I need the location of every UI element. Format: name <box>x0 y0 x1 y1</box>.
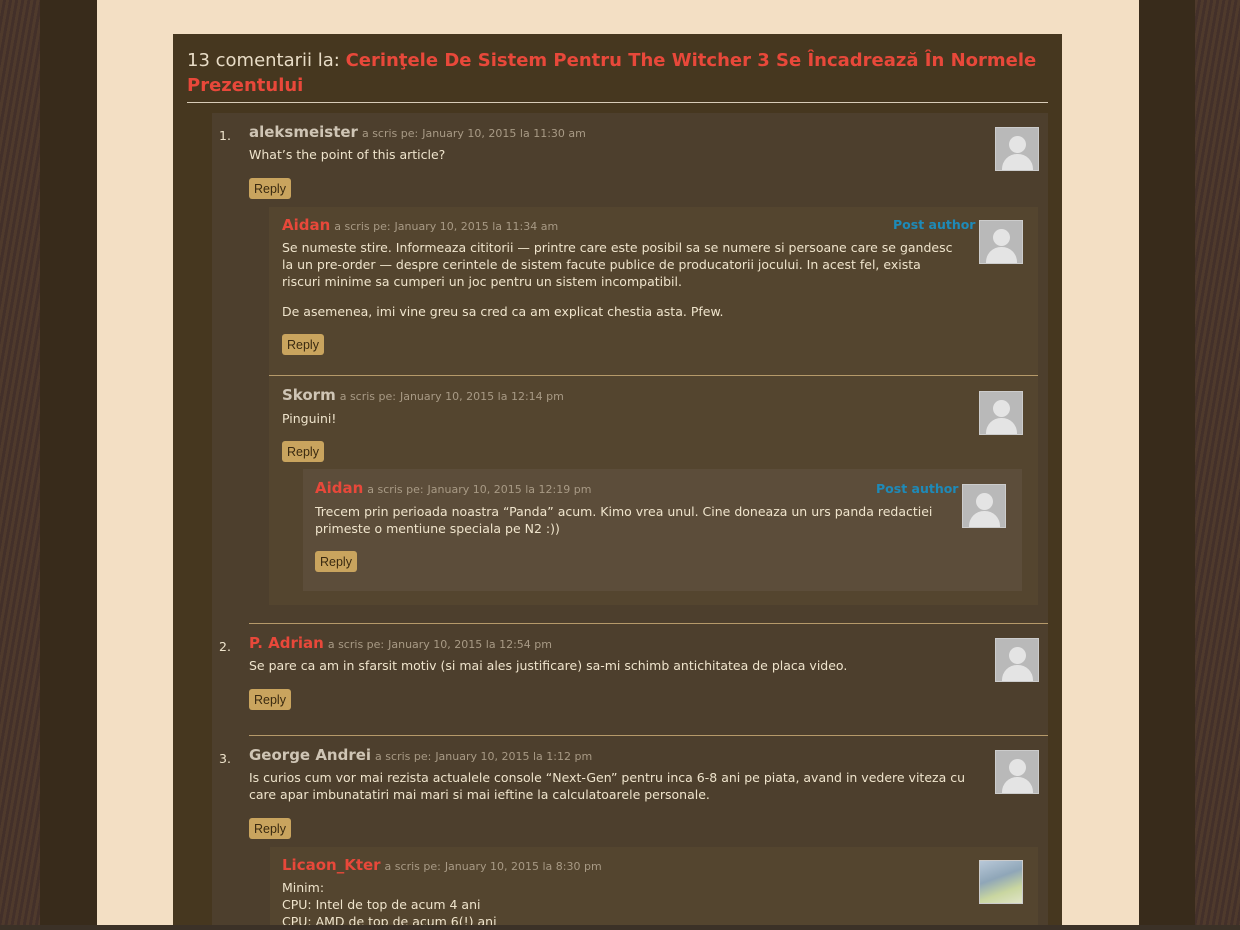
comment-text: What’s the point of this article? <box>249 147 446 162</box>
comment-text: Is curios cum vor mai rezista actualele … <box>249 770 966 802</box>
avatar <box>995 750 1039 794</box>
reply-button[interactable]: Reply <box>282 334 324 355</box>
comment-divider <box>249 623 1048 624</box>
comment-text: Se numeste stire. Informeaza cititorii —… <box>282 240 953 289</box>
meta-label: a scris pe: <box>375 750 432 763</box>
comment-header: Skorm a scris pe: January 10, 2015 la 12… <box>282 386 564 404</box>
comment-date[interactable]: January 10, 2015 la 12:14 pm <box>400 390 564 403</box>
reply-button[interactable]: Reply <box>249 178 291 199</box>
comment-header: Licaon_Kter a scris pe: January 10, 2015… <box>282 856 602 874</box>
comment-number: 2. <box>219 639 231 654</box>
reply-button[interactable]: Reply <box>249 689 291 710</box>
bottom-bar <box>0 925 1240 930</box>
post-author-badge: Post author <box>876 481 959 496</box>
avatar <box>979 220 1023 264</box>
reply-button[interactable]: Reply <box>282 441 324 462</box>
meta-label: a scris pe: <box>339 390 396 403</box>
comment-header: George Andrei a scris pe: January 10, 20… <box>249 746 592 764</box>
comment-header: Aidan a scris pe: January 10, 2015 la 11… <box>282 216 558 234</box>
comment-text-line: CPU: Intel de top de acum 4 ani <box>282 897 481 912</box>
post-author-badge: Post author <box>893 217 976 232</box>
comment-count: 13 comentarii la: <box>187 50 340 71</box>
comment-author[interactable]: aleksmeister <box>249 123 358 141</box>
comment-text: Se pare ca am in sfarsit motiv (si mai a… <box>249 658 848 673</box>
reply-button[interactable]: Reply <box>249 818 291 839</box>
comment-header: aleksmeister a scris pe: January 10, 201… <box>249 123 586 141</box>
comments-title: 13 comentarii la: Cerinţele De Sistem Pe… <box>187 48 1047 98</box>
avatar <box>995 638 1039 682</box>
comment-divider <box>249 735 1048 736</box>
comment-date[interactable]: January 10, 2015 la 11:30 am <box>422 127 586 140</box>
comment-author[interactable]: Skorm <box>282 386 336 404</box>
avatar <box>979 391 1023 435</box>
comment-date[interactable]: January 10, 2015 la 12:19 pm <box>428 483 592 496</box>
comment-date[interactable]: January 10, 2015 la 12:54 pm <box>388 638 552 651</box>
comment-date[interactable]: January 10, 2015 la 11:34 am <box>395 220 559 233</box>
comment-author[interactable]: Aidan <box>315 479 363 497</box>
comment-author[interactable]: P. Adrian <box>249 634 324 652</box>
meta-label: a scris pe: <box>384 860 441 873</box>
page-border-left <box>40 0 97 930</box>
meta-label: a scris pe: <box>361 127 419 140</box>
comment-number: 1. <box>219 128 231 143</box>
comment-date[interactable]: January 10, 2015 la 1:12 pm <box>435 750 592 763</box>
meta-label: a scris pe: <box>334 220 391 233</box>
comment-number: 3. <box>219 751 231 766</box>
comment-text: Pinguini! <box>282 411 337 426</box>
meta-label: a scris pe: <box>367 483 424 496</box>
avatar-image <box>979 860 1023 904</box>
title-divider <box>187 102 1048 103</box>
comment-text-line: Minim: <box>282 880 325 895</box>
page-edge-left <box>0 0 40 930</box>
page-edge-right <box>1195 0 1240 930</box>
comment-header: Aidan a scris pe: January 10, 2015 la 12… <box>315 479 591 497</box>
reply-button[interactable]: Reply <box>315 551 357 572</box>
avatar <box>995 127 1039 171</box>
avatar <box>962 484 1006 528</box>
comment-author[interactable]: George Andrei <box>249 746 371 764</box>
meta-label: a scris pe: <box>327 638 385 651</box>
comment-header: P. Adrian a scris pe: January 10, 2015 l… <box>249 634 552 652</box>
comment-author[interactable]: Licaon_Kter <box>282 856 381 874</box>
comment-text: De asemenea, imi vine greu sa cred ca am… <box>282 304 724 319</box>
comment-text: Trecem prin perioada noastra “Panda” acu… <box>315 504 933 536</box>
comment-author[interactable]: Aidan <box>282 216 330 234</box>
comment-date[interactable]: January 10, 2015 la 8:30 pm <box>445 860 602 873</box>
page-border-right <box>1139 0 1195 930</box>
